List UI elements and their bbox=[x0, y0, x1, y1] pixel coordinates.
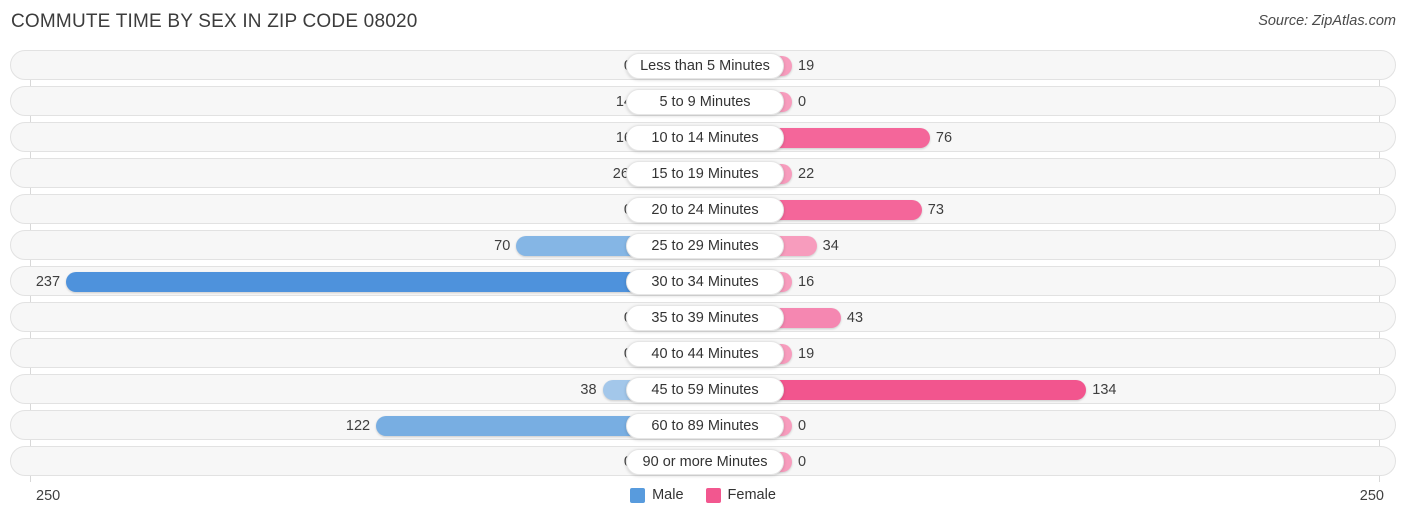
table-row[interactable]: 14 0 5 to 9 Minutes bbox=[10, 86, 1396, 116]
category-label-text: 20 to 24 Minutes bbox=[651, 202, 759, 218]
value-label-male: 14 bbox=[615, 94, 632, 110]
table-row[interactable]: 70 34 25 to 29 Minutes bbox=[10, 230, 1396, 260]
table-row[interactable]: 0 43 35 to 39 Minutes bbox=[10, 302, 1396, 332]
value-label-male: 16 bbox=[615, 130, 632, 146]
value-label-male: 38 bbox=[580, 382, 597, 398]
value-label-female: 16 bbox=[798, 274, 815, 290]
source-attribution: Source: ZipAtlas.com bbox=[1258, 13, 1396, 29]
category-label-text: 35 to 39 Minutes bbox=[651, 310, 759, 326]
legend-item-female[interactable]: Female bbox=[705, 487, 776, 503]
chart-footer: 250 250 Male Female bbox=[0, 485, 1406, 515]
value-label-male: 70 bbox=[494, 238, 511, 254]
category-label-text: 40 to 44 Minutes bbox=[651, 346, 759, 362]
category-label-text: Less than 5 Minutes bbox=[640, 58, 770, 74]
value-label-female: 43 bbox=[846, 310, 864, 326]
value-label-male: 26 bbox=[612, 166, 629, 182]
value-label-female: 19 bbox=[798, 346, 815, 362]
category-label-pill[interactable]: 30 to 34 Minutes bbox=[626, 269, 784, 295]
category-label-text: 30 to 34 Minutes bbox=[651, 274, 759, 290]
category-label-pill[interactable]: 15 to 19 Minutes bbox=[626, 161, 784, 187]
legend-swatch-icon bbox=[630, 487, 646, 503]
category-label-text: 60 to 89 Minutes bbox=[651, 418, 759, 434]
category-label-pill[interactable]: 60 to 89 Minutes bbox=[626, 413, 784, 439]
value-label-male: 0 bbox=[572, 202, 632, 218]
category-label-pill[interactable]: 90 or more Minutes bbox=[626, 449, 784, 475]
category-label-text: 5 to 9 Minutes bbox=[659, 94, 751, 110]
category-label-pill[interactable]: 20 to 24 Minutes bbox=[626, 197, 784, 223]
table-row[interactable]: 26 22 15 to 19 Minutes bbox=[10, 158, 1396, 188]
category-label-pill[interactable]: 45 to 59 Minutes bbox=[626, 377, 784, 403]
chart-plot-area: 019Less than 5 Minutes1405 to 9 Minutes1… bbox=[0, 50, 1406, 482]
category-label-text: 25 to 29 Minutes bbox=[651, 238, 759, 254]
category-label-text: 45 to 59 Minutes bbox=[651, 382, 759, 398]
table-row[interactable]: 237 16 30 to 34 Minutes bbox=[10, 266, 1396, 296]
value-label-male: 0 bbox=[572, 454, 632, 470]
chart-header: COMMUTE TIME BY SEX IN ZIP CODE 08020 So… bbox=[0, 0, 1406, 44]
table-row[interactable]: 0 73 20 to 24 Minutes bbox=[10, 194, 1396, 224]
page-title: COMMUTE TIME BY SEX IN ZIP CODE 08020 bbox=[11, 11, 418, 32]
value-label-female: 0 bbox=[798, 94, 807, 110]
category-label-pill[interactable]: Less than 5 Minutes bbox=[626, 53, 784, 79]
bar-male[interactable] bbox=[66, 272, 705, 292]
category-label-pill[interactable]: 5 to 9 Minutes bbox=[626, 89, 784, 115]
value-label-male: 122 bbox=[345, 418, 371, 434]
category-label-pill[interactable]: 25 to 29 Minutes bbox=[626, 233, 784, 259]
value-label-female: 73 bbox=[927, 202, 944, 218]
table-row[interactable]: 122 0 60 to 89 Minutes bbox=[10, 410, 1396, 440]
value-label-male: 0 bbox=[572, 310, 632, 326]
value-label-female: 22 bbox=[798, 166, 815, 182]
category-label-text: 15 to 19 Minutes bbox=[651, 166, 759, 182]
legend-item-male[interactable]: Male bbox=[630, 487, 684, 503]
legend-label: Female bbox=[727, 487, 776, 503]
value-label-female: 0 bbox=[798, 418, 807, 434]
legend-label: Male bbox=[652, 487, 684, 503]
value-label-female: 0 bbox=[798, 454, 807, 470]
table-row[interactable]: 0 19 40 to 44 Minutes bbox=[10, 338, 1396, 368]
value-label-female: 34 bbox=[822, 238, 839, 254]
value-label-male: 237 bbox=[35, 274, 61, 290]
value-label-female: 19 bbox=[798, 58, 815, 74]
value-label-female: 134 bbox=[1092, 382, 1117, 398]
category-label-pill[interactable]: 40 to 44 Minutes bbox=[626, 341, 784, 367]
table-row[interactable]: 38 134 45 to 59 Minutes bbox=[10, 374, 1396, 404]
table-row[interactable]: 0 19 Less than 5 Minutes bbox=[10, 50, 1396, 80]
value-label-female: 76 bbox=[935, 130, 953, 146]
category-label-pill[interactable]: 35 to 39 Minutes bbox=[626, 305, 784, 331]
value-label-male: 0 bbox=[572, 58, 632, 74]
category-label-pill[interactable]: 10 to 14 Minutes bbox=[626, 125, 784, 151]
legend-swatch-icon bbox=[705, 487, 721, 503]
category-label-text: 10 to 14 Minutes bbox=[651, 130, 759, 146]
category-label-text: 90 or more Minutes bbox=[642, 454, 768, 470]
value-label-male: 0 bbox=[572, 346, 632, 362]
table-row[interactable]: 16 76 10 to 14 Minutes bbox=[10, 122, 1396, 152]
table-row[interactable]: 0 0 90 or more Minutes bbox=[10, 446, 1396, 476]
chart-legend: Male Female bbox=[0, 487, 1406, 503]
